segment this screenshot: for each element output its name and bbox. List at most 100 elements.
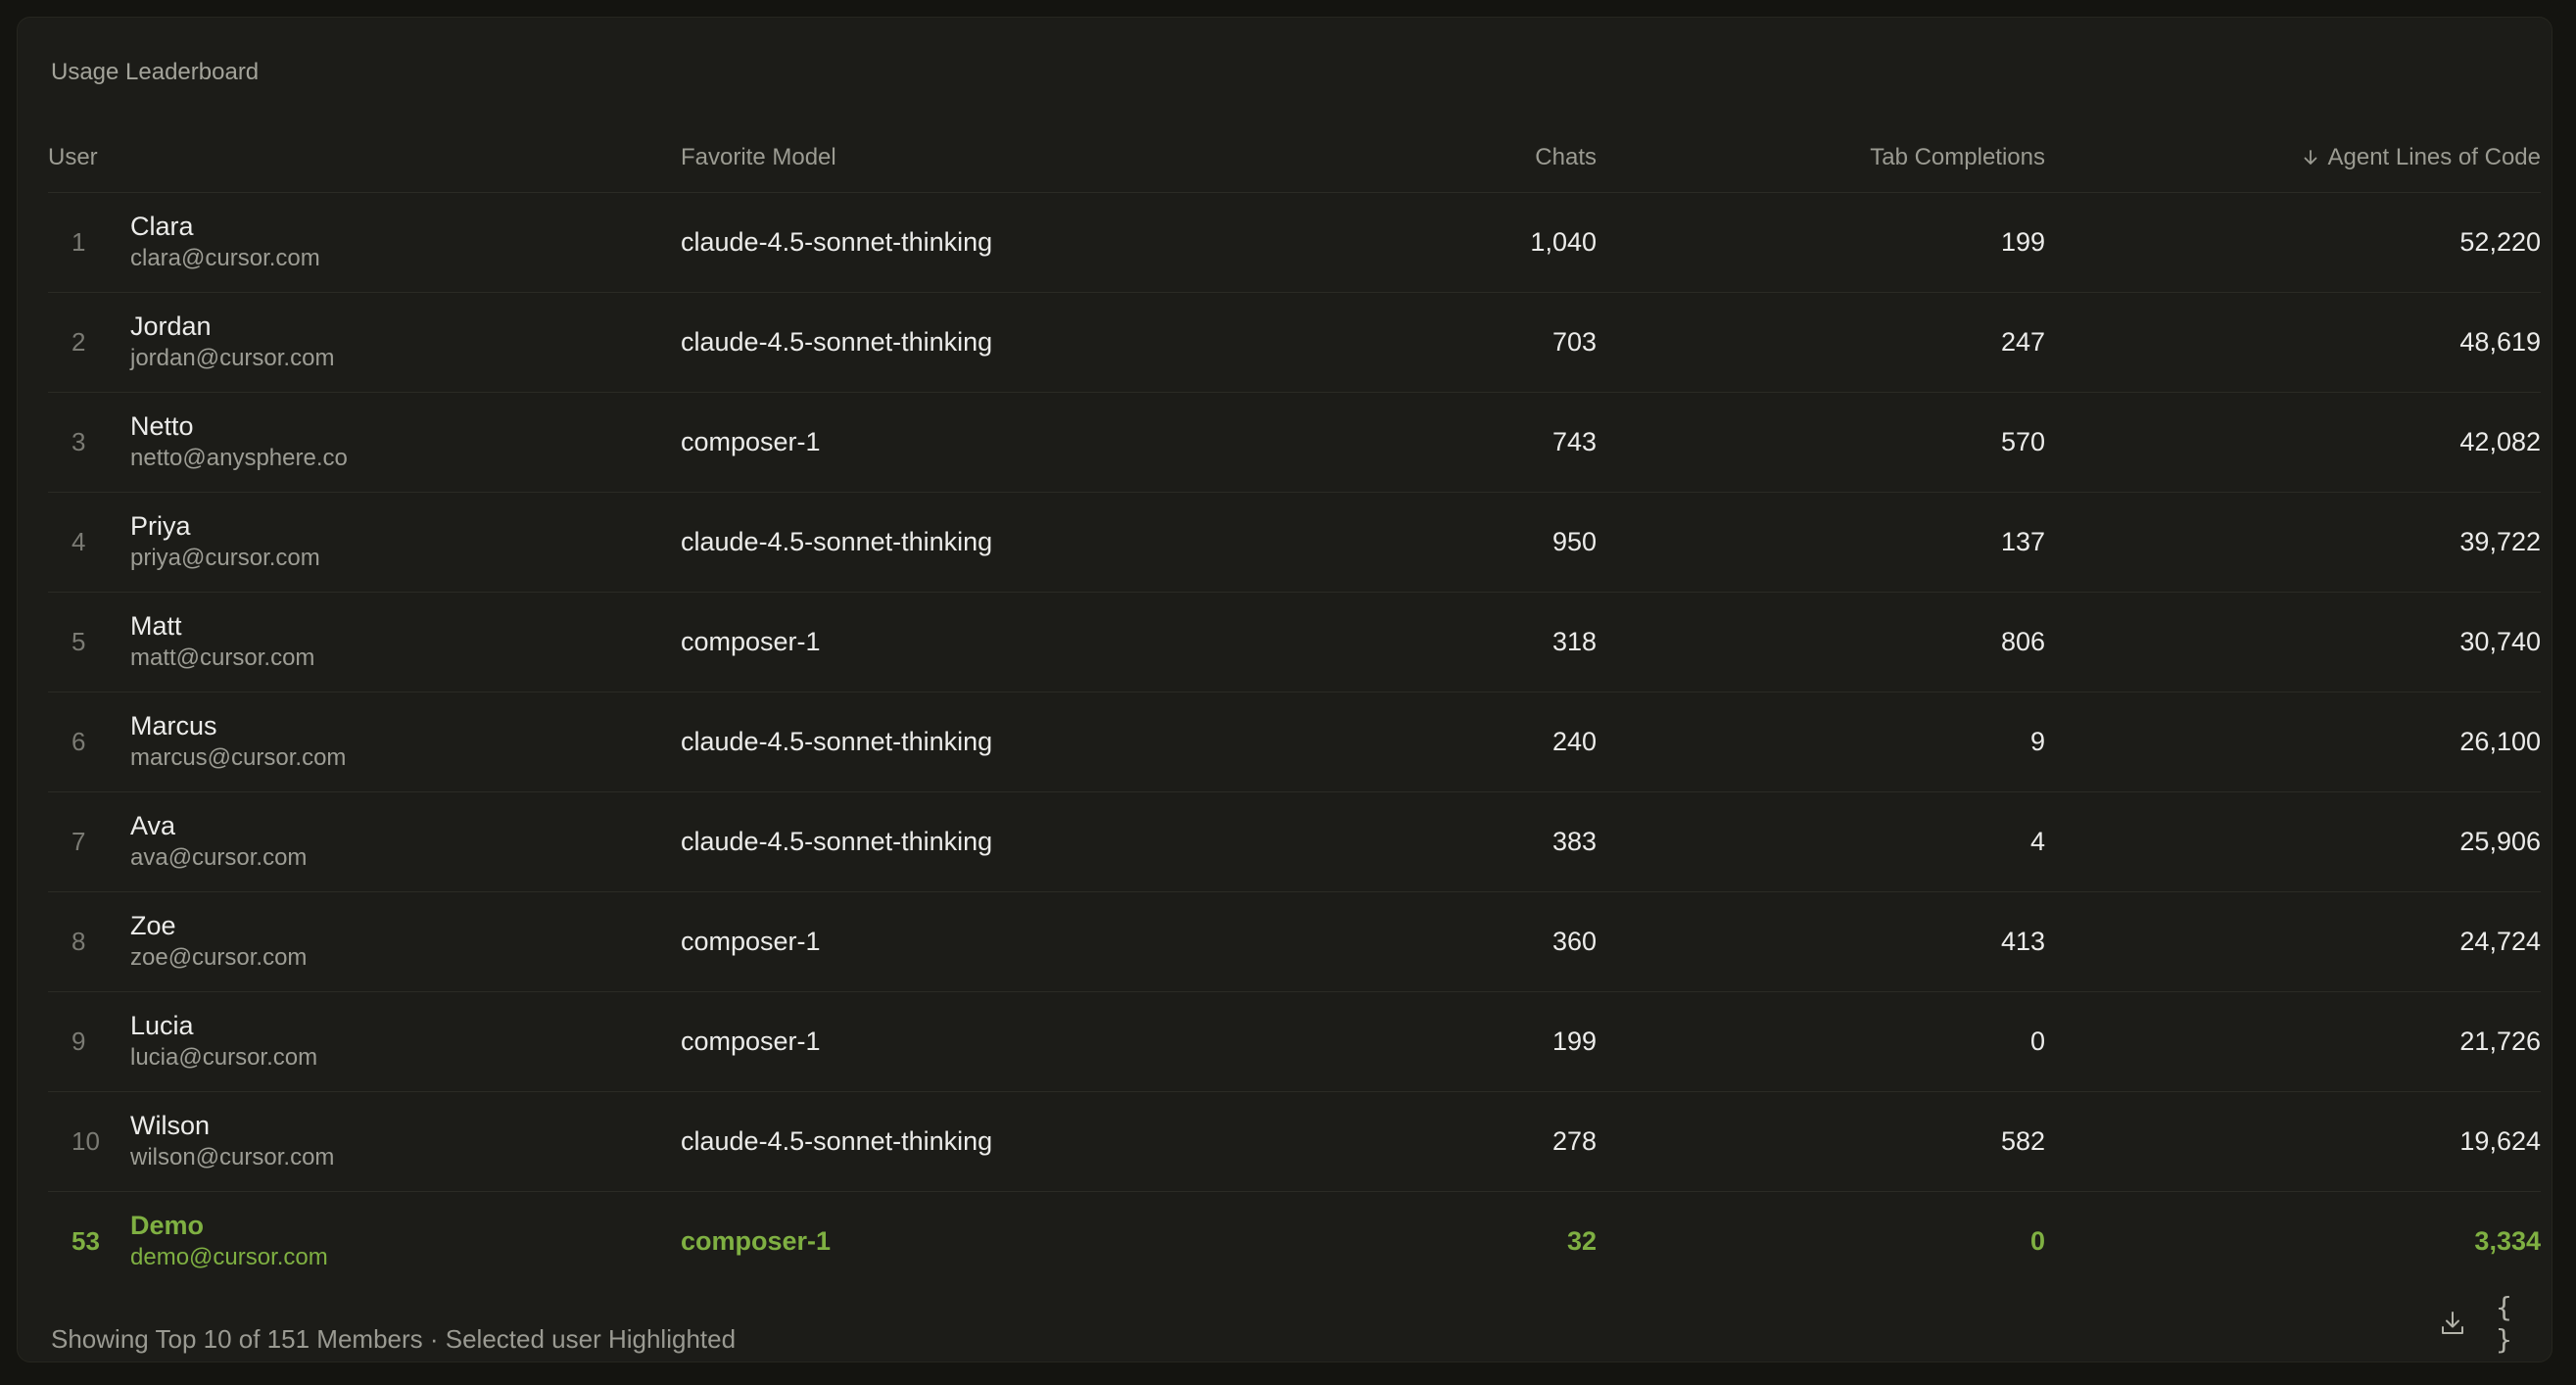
rank-number: 1	[72, 227, 86, 257]
table-row[interactable]: 4 Priya priya@cursor.com claude-4.5-sonn…	[48, 492, 2541, 593]
tab-completions-cell: 413	[1597, 891, 2045, 992]
table-row[interactable]: 2 Jordan jordan@cursor.com claude-4.5-so…	[48, 292, 2541, 393]
user-cell: 8 Zoe zoe@cursor.com	[48, 891, 681, 992]
user-cell: 9 Lucia lucia@cursor.com	[48, 991, 681, 1092]
agent-lines-cell: 24,724	[2045, 891, 2541, 992]
user-name: Priya	[130, 511, 191, 541]
user-name: Lucia	[130, 1011, 194, 1040]
agent-lines-cell: 39,722	[2045, 492, 2541, 593]
header-agent-lines-label: Agent Lines of Code	[2327, 144, 2542, 170]
user-email: netto@anysphere.co	[130, 445, 348, 471]
download-icon[interactable]	[2433, 1304, 2472, 1343]
rank-number: 10	[72, 1126, 100, 1156]
table-row[interactable]: 8 Zoe zoe@cursor.com composer-1 360 413 …	[48, 891, 2541, 992]
favorite-model-cell: composer-1	[681, 392, 1073, 493]
header-chats[interactable]: Chats	[1073, 123, 1597, 193]
chats-cell: 743	[1073, 392, 1597, 493]
panel-title: Usage Leaderboard	[51, 59, 260, 85]
favorite-model-cell: claude-4.5-sonnet-thinking	[681, 791, 1073, 892]
chats-cell: 703	[1073, 292, 1597, 393]
user-email: jordan@cursor.com	[130, 345, 335, 371]
rank-number: 53	[72, 1226, 100, 1256]
chats-cell: 278	[1073, 1091, 1597, 1192]
user-email: matt@cursor.com	[130, 645, 315, 671]
download-icon-glyph	[2442, 1312, 2463, 1334]
user-cell: 7 Ava ava@cursor.com	[48, 791, 681, 892]
favorite-model-cell: composer-1	[681, 592, 1073, 692]
tab-completions-cell: 247	[1597, 292, 2045, 393]
user-name: Zoe	[130, 911, 176, 940]
tab-completions-cell: 806	[1597, 592, 2045, 692]
tab-completions-cell: 0	[2029, 1226, 2045, 1256]
user-cell: 3 Netto netto@anysphere.co	[48, 392, 681, 493]
user-name: Netto	[130, 411, 194, 441]
chats-cell: 240	[1073, 692, 1597, 792]
tab-completions-cell: 9	[1597, 692, 2045, 792]
code-braces-icon[interactable]: { }	[2496, 1291, 2535, 1356]
tab-completions-cell: 4	[1597, 791, 2045, 892]
agent-lines-cell: 48,619	[2045, 292, 2541, 393]
favorite-model-cell: composer-1	[681, 891, 1073, 992]
user-email: clara@cursor.com	[130, 245, 320, 271]
tab-completions-cell: 199	[1597, 192, 2045, 293]
rank-number: 6	[72, 727, 86, 756]
header-user[interactable]: User	[48, 123, 681, 193]
chats-cell: 318	[1073, 592, 1597, 692]
user-email: ava@cursor.com	[130, 844, 308, 871]
rank-number: 7	[72, 827, 86, 856]
agent-lines-cell: 19,624	[2045, 1091, 2541, 1192]
favorite-model-cell: claude-4.5-sonnet-thinking	[681, 692, 1073, 792]
agent-lines-cell: 52,220	[2045, 192, 2541, 293]
chats-cell: 950	[1073, 492, 1597, 593]
user-email: marcus@cursor.com	[130, 744, 347, 771]
footer-summary: Showing Top 10 of 151 Members · Selected…	[51, 1324, 737, 1354]
chats-cell: 32	[1566, 1226, 1597, 1256]
favorite-model-cell: composer-1	[681, 991, 1073, 1092]
user-cell: 5 Matt matt@cursor.com	[48, 592, 681, 692]
user-name: Marcus	[130, 711, 217, 740]
header-tab-completions[interactable]: Tab Completions	[1597, 123, 2045, 193]
table-row[interactable]: 5 Matt matt@cursor.com composer-1 318 80…	[48, 592, 2541, 692]
user-name: Matt	[130, 611, 182, 641]
user-name: Ava	[130, 811, 176, 840]
table-row[interactable]: 10 Wilson wilson@cursor.com claude-4.5-s…	[48, 1091, 2541, 1192]
tab-completions-cell: 582	[1597, 1091, 2045, 1192]
rank-number: 2	[72, 327, 86, 357]
user-email: wilson@cursor.com	[130, 1144, 335, 1170]
header-agent-lines-of-code[interactable]: Agent Lines of Code	[2045, 123, 2541, 193]
table-body: 1 Clara clara@cursor.com claude-4.5-sonn…	[48, 192, 2541, 1292]
agent-lines-cell: 42,082	[2045, 392, 2541, 493]
table-row[interactable]: 7 Ava ava@cursor.com claude-4.5-sonnet-t…	[48, 791, 2541, 892]
chats-cell: 360	[1073, 891, 1597, 992]
table-row-highlighted[interactable]: 53 Demo demo@cursor.com composer-1 32 0 …	[48, 1192, 2541, 1292]
agent-lines-cell: 26,100	[2045, 692, 2541, 792]
rank-number: 9	[72, 1027, 86, 1056]
table-row[interactable]: 6 Marcus marcus@cursor.com claude-4.5-so…	[48, 692, 2541, 792]
chats-cell: 1,040	[1073, 192, 1597, 293]
agent-lines-cell: 3,334	[2474, 1226, 2541, 1256]
user-cell: 53 Demo demo@cursor.com	[48, 1192, 681, 1292]
chats-cell: 383	[1073, 791, 1597, 892]
user-cell: 1 Clara clara@cursor.com	[48, 192, 681, 293]
favorite-model-cell: claude-4.5-sonnet-thinking	[681, 492, 1073, 593]
favorite-model-cell: claude-4.5-sonnet-thinking	[681, 1091, 1073, 1192]
table-header-row: User Favorite Model Chats Tab Completion…	[48, 123, 2541, 193]
favorite-model-cell: claude-4.5-sonnet-thinking	[681, 292, 1073, 393]
rank-number: 8	[72, 927, 86, 956]
table-row[interactable]: 9 Lucia lucia@cursor.com composer-1 199 …	[48, 991, 2541, 1092]
rank-number: 3	[72, 427, 86, 456]
user-cell: 6 Marcus marcus@cursor.com	[48, 692, 681, 792]
arrow-down-icon	[2304, 150, 2316, 165]
agent-lines-cell: 21,726	[2045, 991, 2541, 1092]
tab-completions-cell: 137	[1597, 492, 2045, 593]
agent-lines-cell: 25,906	[2045, 791, 2541, 892]
tab-completions-cell: 0	[1597, 991, 2045, 1092]
user-cell: 2 Jordan jordan@cursor.com	[48, 292, 681, 393]
table-row[interactable]: 3 Netto netto@anysphere.co composer-1 74…	[48, 392, 2541, 493]
header-favorite-model[interactable]: Favorite Model	[681, 123, 1073, 193]
json-export-label: { }	[2496, 1291, 2514, 1356]
user-email: zoe@cursor.com	[130, 944, 308, 971]
table-row[interactable]: 1 Clara clara@cursor.com claude-4.5-sonn…	[48, 192, 2541, 293]
user-cell: 10 Wilson wilson@cursor.com	[48, 1091, 681, 1192]
tab-completions-cell: 570	[1597, 392, 2045, 493]
